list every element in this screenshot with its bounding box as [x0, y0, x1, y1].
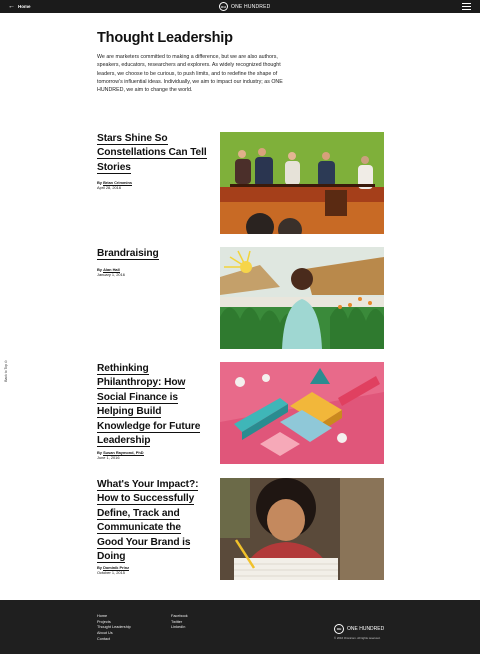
article-card: Brandraising By Alan Hall January 1, 201… — [97, 247, 387, 349]
brand-mark-icon: OH — [219, 2, 228, 11]
footer-brand-logo[interactable]: OH ONE HUNDRED — [334, 624, 384, 634]
article-meta: By Susan Raymond, PhD June 1, 2016 — [97, 450, 144, 460]
home-link-label: Home — [18, 4, 31, 9]
intro-paragraph: We are marketers committed to making a d… — [97, 54, 283, 94]
footer-brand-name: ONE HUNDRED — [347, 626, 385, 632]
article-meta: By Brian Crimmins April 28, 2016 — [97, 180, 133, 190]
article-meta: By Alan Hall January 1, 2016 — [97, 267, 125, 277]
geometric-blocks-photo[interactable] — [220, 362, 384, 464]
girl-writing-photo[interactable] — [220, 478, 384, 580]
footer-link-contact[interactable]: Contact — [97, 637, 131, 643]
article-title-link[interactable]: Stars Shine So Constellations Can Tell S… — [97, 132, 209, 175]
article-title-link[interactable]: Brandraising — [97, 247, 209, 261]
circle-arrow-up-icon: ⊙ — [4, 360, 8, 364]
back-to-top-label: Back to Top ⊙ — [4, 360, 8, 382]
footer-link-facebook[interactable]: Facebook — [171, 614, 188, 620]
panel-discussion-image — [220, 132, 384, 234]
girl-writing-image — [220, 478, 384, 580]
brand-logo[interactable]: OH ONE HUNDRED — [219, 2, 270, 11]
panel-discussion-photo[interactable] — [220, 132, 384, 234]
article-date: January 1, 2016 — [97, 272, 125, 277]
article-card: Rethinking Philanthropy: How Social Fina… — [97, 362, 387, 464]
hamburger-menu-icon[interactable] — [462, 3, 471, 10]
geometric-blocks-image — [220, 362, 384, 464]
child-illustration-image — [220, 247, 384, 349]
article-card: What's Your Impact?: How to Successfully… — [97, 478, 387, 580]
article-title-link[interactable]: Rethinking Philanthropy: How Social Fina… — [97, 362, 209, 448]
back-to-top-link[interactable]: Back to Top ⊙ — [1, 360, 11, 386]
footer-link-linkedin[interactable]: LinkedIn — [171, 625, 188, 631]
brand-mark-icon: OH — [334, 624, 344, 634]
site-footer: Home Projects Thought Leadership About U… — [0, 600, 480, 654]
brand-name: ONE HUNDRED — [231, 3, 271, 10]
article-date: October 1, 2015 — [97, 570, 125, 575]
home-link[interactable]: ← Home — [8, 2, 31, 11]
footer-social: Facebook Twitter LinkedIn — [171, 614, 188, 631]
top-navigation-bar: ← Home OH ONE HUNDRED — [0, 0, 480, 13]
arrow-left-icon: ← — [8, 3, 15, 10]
copyright-text: © 2016 Omnicom. All rights reserved. — [334, 636, 381, 640]
child-illustration-photo[interactable] — [220, 247, 384, 349]
footer-nav: Home Projects Thought Leadership About U… — [97, 614, 131, 643]
page-title: Thought Leadership — [97, 30, 233, 46]
article-title-link[interactable]: What's Your Impact?: How to Successfully… — [97, 478, 209, 564]
article-card: Stars Shine So Constellations Can Tell S… — [97, 132, 387, 234]
article-meta: By Dominik Prinz October 1, 2015 — [97, 565, 130, 575]
